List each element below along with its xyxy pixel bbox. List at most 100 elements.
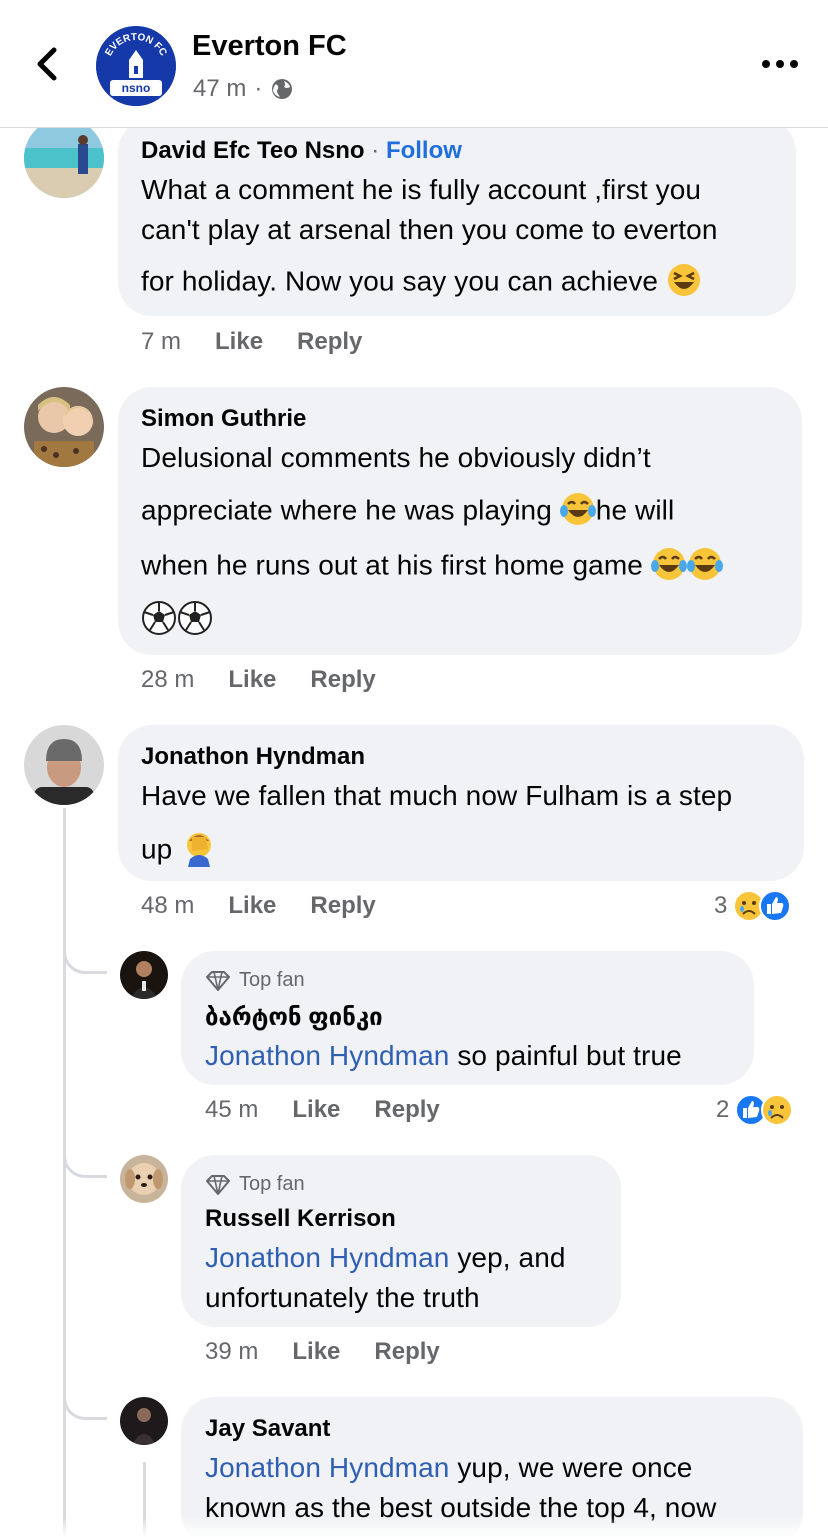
dog-avatar — [120, 1155, 168, 1203]
reply-text-line: Jonathon Hyndman yep, and — [205, 1242, 566, 1274]
reply-button[interactable]: Reply — [297, 328, 362, 356]
reply-actions: 45 m Like Reply — [205, 1096, 474, 1124]
comment-text-line: Delusional comments he obviously didn’t — [141, 442, 651, 473]
comment-time[interactable]: 48 m — [141, 892, 194, 920]
comment-text-line: up — [141, 832, 218, 870]
reply-text: yep, and — [449, 1242, 566, 1273]
badge-label: Top fan — [239, 969, 305, 991]
top-fan-badge: Top fan — [205, 1173, 305, 1196]
author-name[interactable]: David Efc Teo Nsno — [141, 137, 365, 164]
globe-icon — [272, 79, 293, 99]
reaction-summary[interactable]: 3 — [714, 890, 792, 922]
reaction-summary[interactable]: 2 — [716, 1094, 794, 1126]
like-button[interactable]: Like — [215, 328, 263, 356]
tears-of-joy-emoji — [650, 548, 687, 580]
back-chevron-icon[interactable] — [30, 42, 64, 86]
man-with-beanie-avatar — [24, 725, 104, 805]
laughing-emoji — [667, 264, 700, 296]
facepalm-emoji — [187, 833, 212, 867]
mention-link[interactable]: Jonathon Hyndman — [205, 1242, 449, 1273]
comment-text: when he runs out at his first home game — [141, 549, 643, 581]
avatar[interactable] — [120, 1155, 168, 1203]
follow-separator: · — [371, 137, 380, 164]
reaction-count: 3 — [714, 892, 728, 919]
follow-button[interactable]: Follow — [386, 137, 462, 164]
tears-of-joy-emoji — [559, 493, 596, 525]
reply-button[interactable]: Reply — [374, 1096, 439, 1124]
suited-man-avatar — [120, 951, 168, 999]
like-button[interactable]: Like — [292, 1338, 340, 1366]
reply-connector — [63, 1134, 107, 1178]
like-button[interactable]: Like — [228, 666, 276, 694]
meta-separator: · — [254, 75, 263, 102]
comment-author[interactable]: Jonathon Hyndman — [141, 743, 365, 771]
comment-actions: 7 m Like Reply — [141, 328, 396, 356]
avatar[interactable] — [24, 725, 104, 805]
two-people-photo-avatar — [24, 387, 104, 467]
like-reaction-icon — [759, 890, 792, 922]
sad-reaction-icon — [761, 1094, 794, 1126]
reply-button[interactable]: Reply — [374, 1338, 439, 1366]
comment-time[interactable]: 45 m — [205, 1096, 258, 1124]
comment-text-line: What a comment he is fully account ,firs… — [141, 174, 702, 205]
bottom-fade — [0, 1517, 828, 1537]
soccer-ball-emoji — [178, 601, 212, 635]
reply-text: so painful but true — [449, 1040, 682, 1071]
badge-label: Top fan — [239, 1173, 305, 1195]
post-header: EVERTON FC nsno Everton FC 47 m · — [0, 0, 828, 128]
avatar[interactable] — [24, 387, 104, 467]
reply-text-line: Jonathon Hyndman so painful but true — [205, 1040, 682, 1072]
page-logo[interactable]: EVERTON FC nsno — [96, 26, 176, 106]
comment-text-line: appreciate where he was playing he will — [141, 493, 675, 530]
dark-portrait-avatar — [120, 1397, 168, 1445]
post-meta: 47 m · — [193, 75, 294, 103]
reply-author[interactable]: Jay Savant — [205, 1415, 330, 1443]
mention-link[interactable]: Jonathon Hyndman — [205, 1452, 449, 1483]
top-fan-badge: Top fan — [205, 969, 305, 992]
comment-text-line: when he runs out at his first home game — [141, 548, 723, 585]
comment-text-line: Have we fallen that much now Fulham is a… — [141, 780, 733, 811]
post-age: 47 m — [193, 75, 247, 102]
tears-of-joy-emoji — [686, 548, 723, 580]
comment-text: he will — [595, 494, 675, 526]
like-button[interactable]: Like — [292, 1096, 340, 1124]
avatar[interactable] — [24, 118, 104, 198]
top-fan-diamond-icon — [206, 1174, 230, 1195]
reply-button[interactable]: Reply — [310, 892, 375, 920]
comment-text: for holiday. Now you say you can achieve — [141, 265, 659, 297]
reply-actions: 39 m Like Reply — [205, 1338, 474, 1366]
mention-link[interactable]: Jonathon Hyndman — [205, 1040, 449, 1071]
soccer-ball-emoji-row — [141, 601, 213, 639]
beach-photo-avatar — [24, 118, 104, 198]
comment-actions: 28 m Like Reply — [141, 666, 410, 694]
reply-button[interactable]: Reply — [310, 666, 375, 694]
like-button[interactable]: Like — [228, 892, 276, 920]
reply-connector — [63, 1376, 107, 1420]
comment-text-line: for holiday. Now you say you can achieve — [141, 264, 702, 301]
comment-time[interactable]: 7 m — [141, 328, 181, 356]
reply-text: yup, we were once — [449, 1452, 693, 1483]
thread-connector — [63, 808, 66, 1537]
reaction-count: 2 — [716, 1096, 730, 1123]
svg-text:nsno: nsno — [122, 81, 151, 95]
comment-text: up — [141, 833, 173, 865]
reply-author[interactable]: ბარტონ ფინკი — [205, 1003, 383, 1032]
everton-crest-icon: EVERTON FC nsno — [96, 26, 176, 106]
avatar[interactable] — [120, 951, 168, 999]
comment-text: appreciate where he was playing — [141, 494, 552, 526]
top-fan-diamond-icon — [206, 970, 230, 991]
more-dots-icon[interactable] — [758, 52, 802, 76]
comment-text-line: can't play at arsenal then you come to e… — [141, 214, 718, 245]
comment-time[interactable]: 39 m — [205, 1338, 258, 1366]
page-title[interactable]: Everton FC — [192, 30, 347, 63]
comment-time[interactable]: 28 m — [141, 666, 194, 694]
reply-text-line: unfortunately the truth — [205, 1282, 480, 1313]
comment-author[interactable]: David Efc Teo Nsno · Follow — [141, 137, 462, 165]
avatar[interactable] — [120, 1397, 168, 1445]
reply-author[interactable]: Russell Kerrison — [205, 1205, 396, 1233]
comment-author[interactable]: Simon Guthrie — [141, 405, 306, 433]
soccer-ball-emoji — [142, 601, 176, 635]
reply-connector — [63, 930, 107, 974]
reply-text-line: Jonathon Hyndman yup, we were once — [205, 1452, 692, 1484]
comment-actions: 48 m Like Reply — [141, 892, 410, 920]
